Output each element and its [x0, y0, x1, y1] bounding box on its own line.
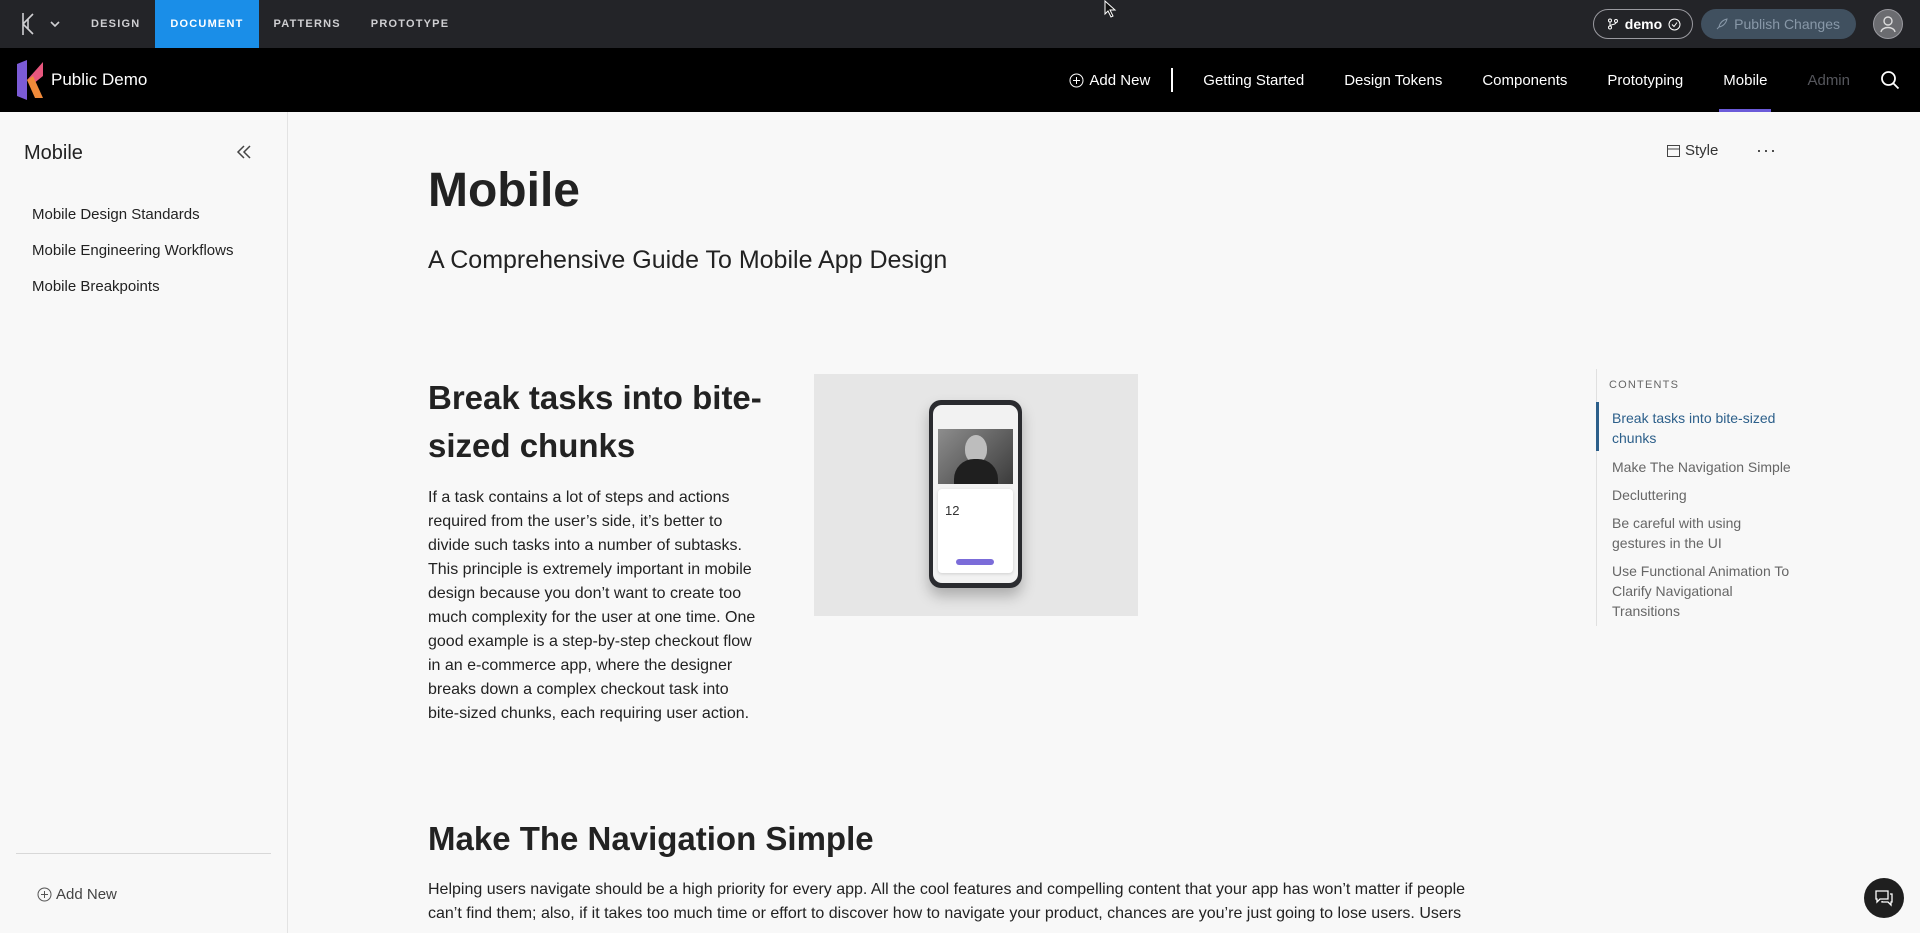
plus-circle-icon	[1069, 73, 1084, 87]
sidebar-item-mobile-design-standards[interactable]: Mobile Design Standards	[32, 206, 200, 223]
sidebar-divider	[16, 853, 271, 854]
nav-design-tokens[interactable]: Design Tokens	[1344, 48, 1442, 112]
add-new-button[interactable]: Add New	[1069, 72, 1171, 89]
app-menu-button[interactable]	[0, 0, 76, 48]
chevrons-left-icon	[236, 145, 251, 159]
sidebar-add-new-button[interactable]: Add New	[37, 886, 117, 903]
publish-label: Publish Changes	[1734, 16, 1840, 32]
toc-item-functional-animation[interactable]: Use Functional Animation To Clarify Navi…	[1612, 561, 1792, 621]
sidebar-item-mobile-breakpoints[interactable]: Mobile Breakpoints	[32, 278, 160, 295]
phone-screen: 12	[933, 405, 1018, 583]
contents-panel: CONTENTS Break tasks into bite-sized chu…	[1596, 369, 1796, 626]
mouse-cursor-icon	[1104, 0, 1117, 18]
branch-selector[interactable]: demo	[1592, 9, 1694, 39]
nav-prototyping[interactable]: Prototyping	[1607, 48, 1683, 112]
sidebar-title: Mobile	[24, 142, 83, 164]
plus-circle-icon	[37, 887, 52, 902]
user-icon	[1880, 16, 1896, 33]
knapsack-logo-icon	[22, 13, 34, 35]
sidebar-item-mobile-engineering-workflows[interactable]: Mobile Engineering Workflows	[32, 242, 233, 259]
chat-support-button[interactable]	[1864, 878, 1904, 918]
chat-icon	[1875, 890, 1893, 907]
booking-day-number: 12	[945, 503, 960, 518]
mode-tab-document[interactable]: DOCUMENT	[155, 0, 259, 48]
search-icon	[1881, 71, 1900, 90]
check-circle-icon	[1668, 18, 1681, 30]
app-toolbar: DESIGN DOCUMENT PATTERNS PROTOTYPE demo …	[0, 0, 1920, 48]
phone-mockup: 12	[929, 400, 1022, 588]
style-label: Style	[1685, 142, 1719, 159]
style-button[interactable]: Style	[1667, 142, 1718, 159]
more-options-button[interactable]: ···	[1756, 140, 1777, 161]
section-body-break-tasks: If a task contains a lot of steps and ac…	[428, 489, 756, 722]
mode-tab-design[interactable]: DESIGN	[76, 0, 155, 48]
section-heading-navigation: Make The Navigation Simple	[428, 820, 874, 857]
profile-photo	[938, 429, 1013, 484]
booking-button	[956, 559, 994, 565]
branch-name: demo	[1624, 16, 1663, 32]
user-avatar[interactable]	[1873, 9, 1903, 39]
toc-item-navigation[interactable]: Make The Navigation Simple	[1612, 457, 1792, 477]
nav-components[interactable]: Components	[1482, 48, 1567, 112]
collapse-sidebar-button[interactable]	[236, 145, 252, 164]
site-brand[interactable]: Public Demo	[0, 60, 147, 100]
site-header: Public Demo Add New Getting Started Desi…	[0, 48, 1920, 112]
publish-changes-button[interactable]: Publish Changes	[1701, 9, 1856, 39]
toc-item-decluttering[interactable]: Decluttering	[1612, 485, 1792, 505]
nav-getting-started[interactable]: Getting Started	[1203, 48, 1304, 112]
page-subtitle: A Comprehensive Guide To Mobile App Desi…	[428, 246, 948, 274]
chevron-down-icon	[50, 21, 60, 28]
search-button[interactable]	[1880, 70, 1900, 90]
sidebar: Mobile Mobile Design Standards Mobile En…	[0, 112, 288, 933]
section-body-navigation: Helping users navigate should be a high …	[428, 881, 1466, 922]
mobile-app-mockup-image: 12	[814, 374, 1138, 616]
toc-active-indicator	[1596, 402, 1599, 451]
photo-body	[954, 459, 998, 484]
mode-tab-patterns[interactable]: PATTERNS	[259, 0, 356, 48]
nav-divider	[1171, 68, 1174, 92]
toc-item-break-tasks[interactable]: Break tasks into bite-sized chunks	[1612, 408, 1792, 448]
nav-admin[interactable]: Admin	[1807, 48, 1850, 112]
page-title: Mobile	[428, 164, 580, 217]
contents-heading: CONTENTS	[1609, 379, 1680, 391]
brand-logo-icon	[17, 60, 43, 100]
rocket-icon	[1716, 17, 1728, 29]
mode-tab-prototype[interactable]: PROTOTYPE	[356, 0, 464, 48]
site-name: Public Demo	[51, 70, 148, 89]
add-new-label: Add New	[1089, 71, 1151, 89]
section-heading-break-tasks: Break tasks into bite-sized chunks	[428, 379, 762, 464]
booking-card: 12	[938, 489, 1013, 573]
toc-item-gestures[interactable]: Be careful with using gestures in the UI	[1612, 513, 1792, 553]
sidebar-add-new-label: Add New	[56, 886, 117, 903]
nav-mobile[interactable]: Mobile	[1719, 48, 1772, 112]
git-branch-icon	[1607, 18, 1618, 30]
layout-icon	[1667, 144, 1680, 157]
